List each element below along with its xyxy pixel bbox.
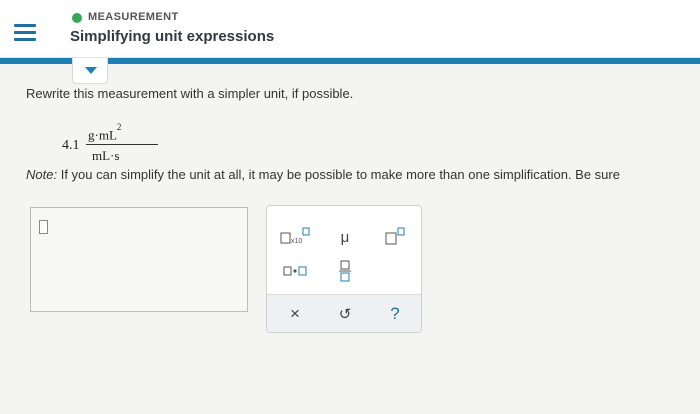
note-body: If you can simplify the unit at all, it … [60, 167, 620, 182]
multiply-dot-button[interactable] [277, 258, 313, 284]
top-header: MEASUREMENT Simplifying unit expressions [0, 0, 700, 58]
coefficient: 4.1 [62, 138, 80, 153]
section-label: MEASUREMENT [88, 11, 179, 23]
math-keypad: x10 μ × ↺ ? [266, 205, 422, 333]
status-dot-icon [72, 13, 82, 23]
clear-button[interactable]: × [277, 301, 313, 327]
unit-denominator: mL·s [92, 148, 120, 163]
note-text: Note: If you can simplify the unit at al… [26, 167, 620, 182]
exponent-button[interactable] [377, 224, 413, 250]
keypad-footer: × ↺ ? [267, 294, 421, 332]
input-placeholder-box [39, 220, 48, 234]
question-prompt: Rewrite this measurement with a simpler … [26, 86, 354, 101]
unit-numerator: g·mL2 [88, 122, 121, 143]
scientific-notation-button[interactable]: x10 [277, 224, 313, 250]
numerator-text: g·mL [88, 127, 117, 143]
undo-button[interactable]: ↺ [327, 301, 363, 327]
answer-input[interactable] [30, 207, 248, 312]
topic-title: Simplifying unit expressions [70, 28, 275, 45]
fraction-button[interactable] [327, 258, 363, 284]
collapse-toggle-button[interactable] [72, 58, 108, 84]
sci-label: x10 [291, 238, 302, 245]
micro-symbol-button[interactable]: μ [327, 224, 363, 250]
triangle-down-icon [85, 67, 97, 74]
note-label: Note: [26, 167, 58, 182]
help-button[interactable]: ? [377, 301, 413, 327]
fraction-bar [86, 144, 158, 145]
menu-icon[interactable] [14, 24, 36, 42]
numerator-exponent: 2 [116, 122, 122, 132]
